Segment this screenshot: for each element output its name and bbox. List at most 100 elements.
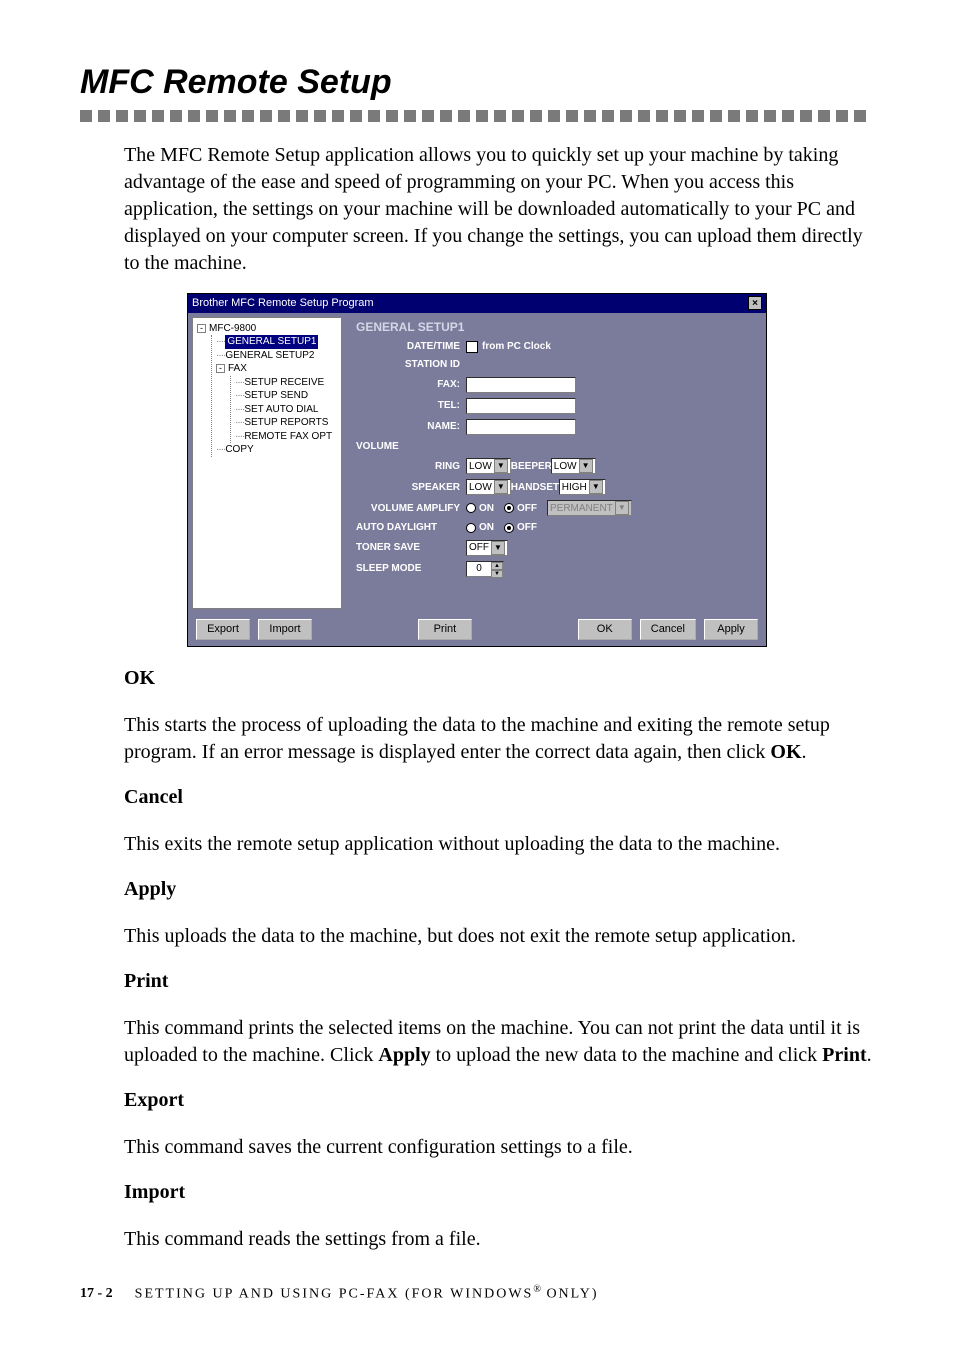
import-heading: Import (124, 1179, 874, 1206)
off-label: OFF (517, 521, 537, 535)
text: . (802, 741, 807, 763)
handset-select[interactable]: HIGH▼ (559, 479, 606, 495)
registered-symbol: ® (533, 1284, 541, 1295)
cancel-button[interactable]: Cancel (640, 619, 696, 640)
ok-button[interactable]: OK (578, 619, 632, 640)
vol-amp-on-radio[interactable] (466, 503, 476, 513)
sleep-value: 0 (467, 562, 491, 576)
sleep-mode-label: SLEEP MODE (356, 562, 466, 576)
vol-amp-off-radio[interactable] (504, 503, 514, 513)
tree-label: COPY (225, 443, 253, 457)
export-button[interactable]: Export (196, 619, 250, 640)
settings-pane: GENERAL SETUP1 DATE/TIME from PC Clock S… (346, 313, 766, 613)
tree-pane[interactable]: -MFC-9800 GENERAL SETUP1 GENERAL SETUP2 … (192, 317, 342, 609)
handset-label: HANDSET (511, 481, 559, 495)
page-footer: 17 - 2 SETTING UP AND USING PC-FAX (FOR … (80, 1283, 874, 1305)
close-icon[interactable]: × (748, 296, 762, 310)
tree-root-item[interactable]: -MFC-9800 (197, 322, 339, 336)
chevron-down-icon: ▼ (494, 459, 508, 473)
toner-save-select[interactable]: OFF▼ (466, 540, 508, 556)
import-button[interactable]: Import (258, 619, 312, 640)
fax-input[interactable] (466, 377, 576, 393)
tree-label: GENERAL SETUP1 (225, 335, 318, 349)
station-id-label: STATION ID (356, 358, 466, 372)
tree-fax-autodial[interactable]: SET AUTO DIAL (235, 403, 339, 417)
bold-apply: Apply (378, 1044, 430, 1066)
pc-clock-label: from PC Clock (482, 340, 551, 354)
fax-label: FAX: (356, 378, 466, 392)
footer-text: SETTING UP AND USING PC-FAX (FOR WINDOWS (135, 1286, 534, 1301)
beeper-select[interactable]: LOW▼ (551, 458, 596, 474)
text: . (867, 1044, 872, 1066)
daylight-off-radio[interactable] (504, 523, 514, 533)
spinner-down-icon[interactable]: ▼ (491, 570, 503, 578)
tree-label: SETUP SEND (244, 389, 308, 403)
tree-general2[interactable]: GENERAL SETUP2 (216, 349, 339, 363)
export-heading: Export (124, 1087, 874, 1114)
button-bar: Export Import Print OK Cancel Apply (188, 613, 766, 646)
cancel-heading: Cancel (124, 784, 874, 811)
tree-label: SETUP REPORTS (244, 416, 328, 430)
ring-value: LOW (469, 460, 492, 474)
export-paragraph: This command saves the current configura… (124, 1134, 874, 1161)
tree-label: SETUP RECEIVE (244, 376, 324, 390)
chevron-down-icon: ▼ (589, 480, 603, 494)
ok-paragraph: This starts the process of uploading the… (124, 712, 874, 766)
beeper-value: LOW (554, 460, 577, 474)
pc-clock-checkbox[interactable] (466, 341, 478, 353)
tree-label: SET AUTO DIAL (244, 403, 318, 417)
name-label: NAME: (356, 420, 466, 434)
chevron-down-icon: ▼ (579, 459, 593, 473)
ring-label: RING (356, 460, 466, 474)
window-title: Brother MFC Remote Setup Program (192, 296, 374, 311)
beeper-label: BEEPER (511, 460, 551, 474)
footer-chapter: SETTING UP AND USING PC-FAX (FOR WINDOWS… (135, 1283, 599, 1305)
intro-paragraph: The MFC Remote Setup application allows … (124, 142, 874, 277)
speaker-value: LOW (469, 481, 492, 495)
apply-button[interactable]: Apply (704, 619, 758, 640)
on-label: ON (479, 502, 494, 516)
tree-label: MFC-9800 (209, 322, 256, 336)
daylight-on-radio[interactable] (466, 523, 476, 533)
chevron-down-icon: ▼ (615, 501, 629, 515)
toner-value: OFF (469, 541, 489, 555)
permanent-value: PERMANENT (550, 502, 613, 516)
print-paragraph: This command prints the selected items o… (124, 1015, 874, 1069)
tel-input[interactable] (466, 398, 576, 414)
section-divider (80, 110, 874, 122)
spinner-up-icon[interactable]: ▲ (491, 562, 503, 570)
tree-fax-remote[interactable]: REMOTE FAX OPT (235, 430, 339, 444)
tree-general1[interactable]: GENERAL SETUP1 (216, 335, 339, 349)
bold-print: Print (822, 1044, 866, 1066)
bold-ok: OK (770, 741, 801, 763)
panel-heading: GENERAL SETUP1 (356, 319, 756, 335)
titlebar: Brother MFC Remote Setup Program × (188, 294, 766, 313)
sleep-mode-spinner[interactable]: 0 ▲▼ (466, 561, 504, 577)
tree-fax-reports[interactable]: SETUP REPORTS (235, 416, 339, 430)
chevron-down-icon: ▼ (494, 480, 508, 494)
print-heading: Print (124, 968, 874, 995)
tree-label: GENERAL SETUP2 (225, 349, 314, 363)
print-button[interactable]: Print (418, 619, 472, 640)
toner-save-label: TONER SAVE (356, 541, 466, 555)
tree-fax[interactable]: -FAX (216, 362, 339, 376)
import-paragraph: This command reads the settings from a f… (124, 1226, 874, 1253)
tree-fax-send[interactable]: SETUP SEND (235, 389, 339, 403)
cancel-paragraph: This exits the remote setup application … (124, 831, 874, 858)
app-window: Brother MFC Remote Setup Program × -MFC-… (187, 293, 767, 647)
speaker-select[interactable]: LOW▼ (466, 479, 511, 495)
volume-heading: VOLUME (356, 440, 405, 454)
auto-daylight-label: AUTO DAYLIGHT (356, 521, 466, 535)
off-label: OFF (517, 502, 537, 516)
tree-copy[interactable]: COPY (216, 443, 339, 457)
text: to upload the new data to the machine an… (431, 1044, 823, 1066)
name-input[interactable] (466, 419, 576, 435)
vol-amp-label: VOLUME AMPLIFY (356, 502, 466, 516)
tree-label: REMOTE FAX OPT (244, 430, 332, 444)
permanent-select: PERMANENT▼ (547, 500, 632, 516)
apply-heading: Apply (124, 876, 874, 903)
page-title: MFC Remote Setup (80, 60, 874, 106)
tree-fax-receive[interactable]: SETUP RECEIVE (235, 376, 339, 390)
ring-select[interactable]: LOW▼ (466, 458, 511, 474)
footer-text: ONLY) (541, 1286, 599, 1301)
